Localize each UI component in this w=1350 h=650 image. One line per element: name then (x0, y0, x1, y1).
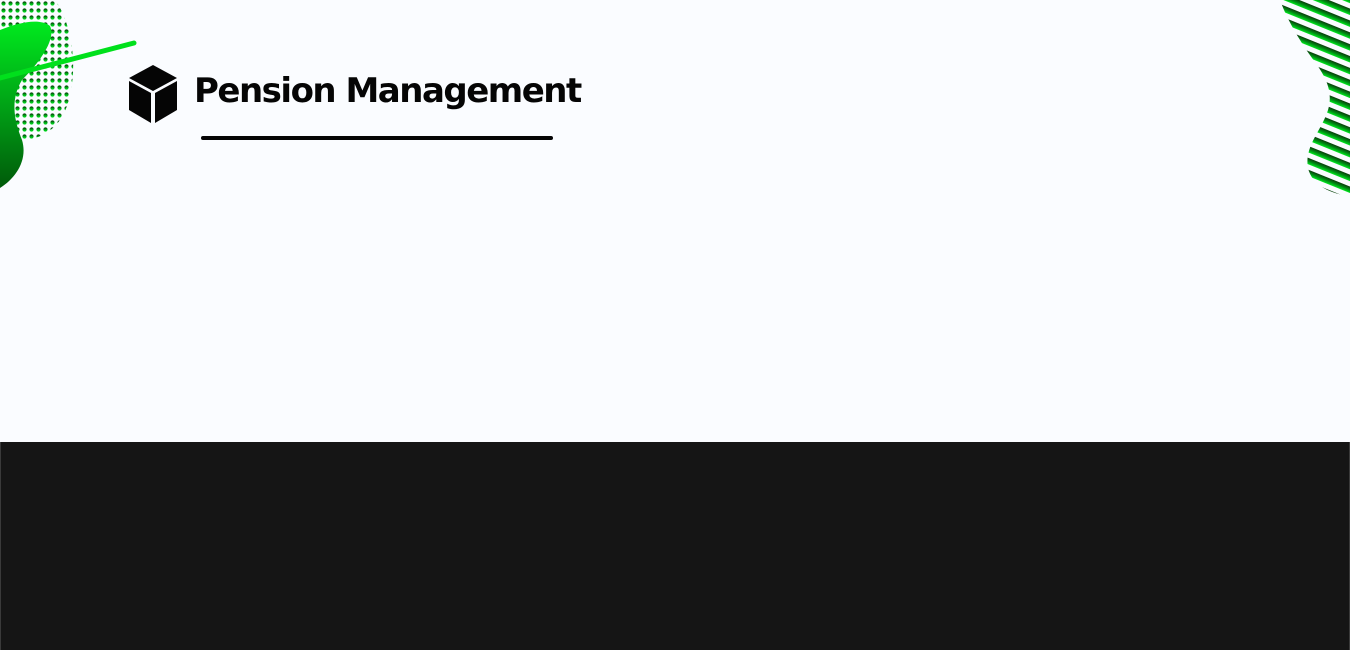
dark-footer-band (0, 442, 1350, 650)
decorative-stripes-right (1280, 0, 1350, 196)
page: Pension Management (0, 0, 1350, 650)
brand-underline (201, 136, 553, 140)
hero-section: Pension Management (0, 0, 1350, 442)
cube-icon (129, 65, 177, 123)
brand-logo-link[interactable]: Pension Management (128, 64, 582, 140)
brand-name: Pension Management (194, 71, 582, 111)
brand-name-wrap: Pension Management (194, 74, 582, 140)
